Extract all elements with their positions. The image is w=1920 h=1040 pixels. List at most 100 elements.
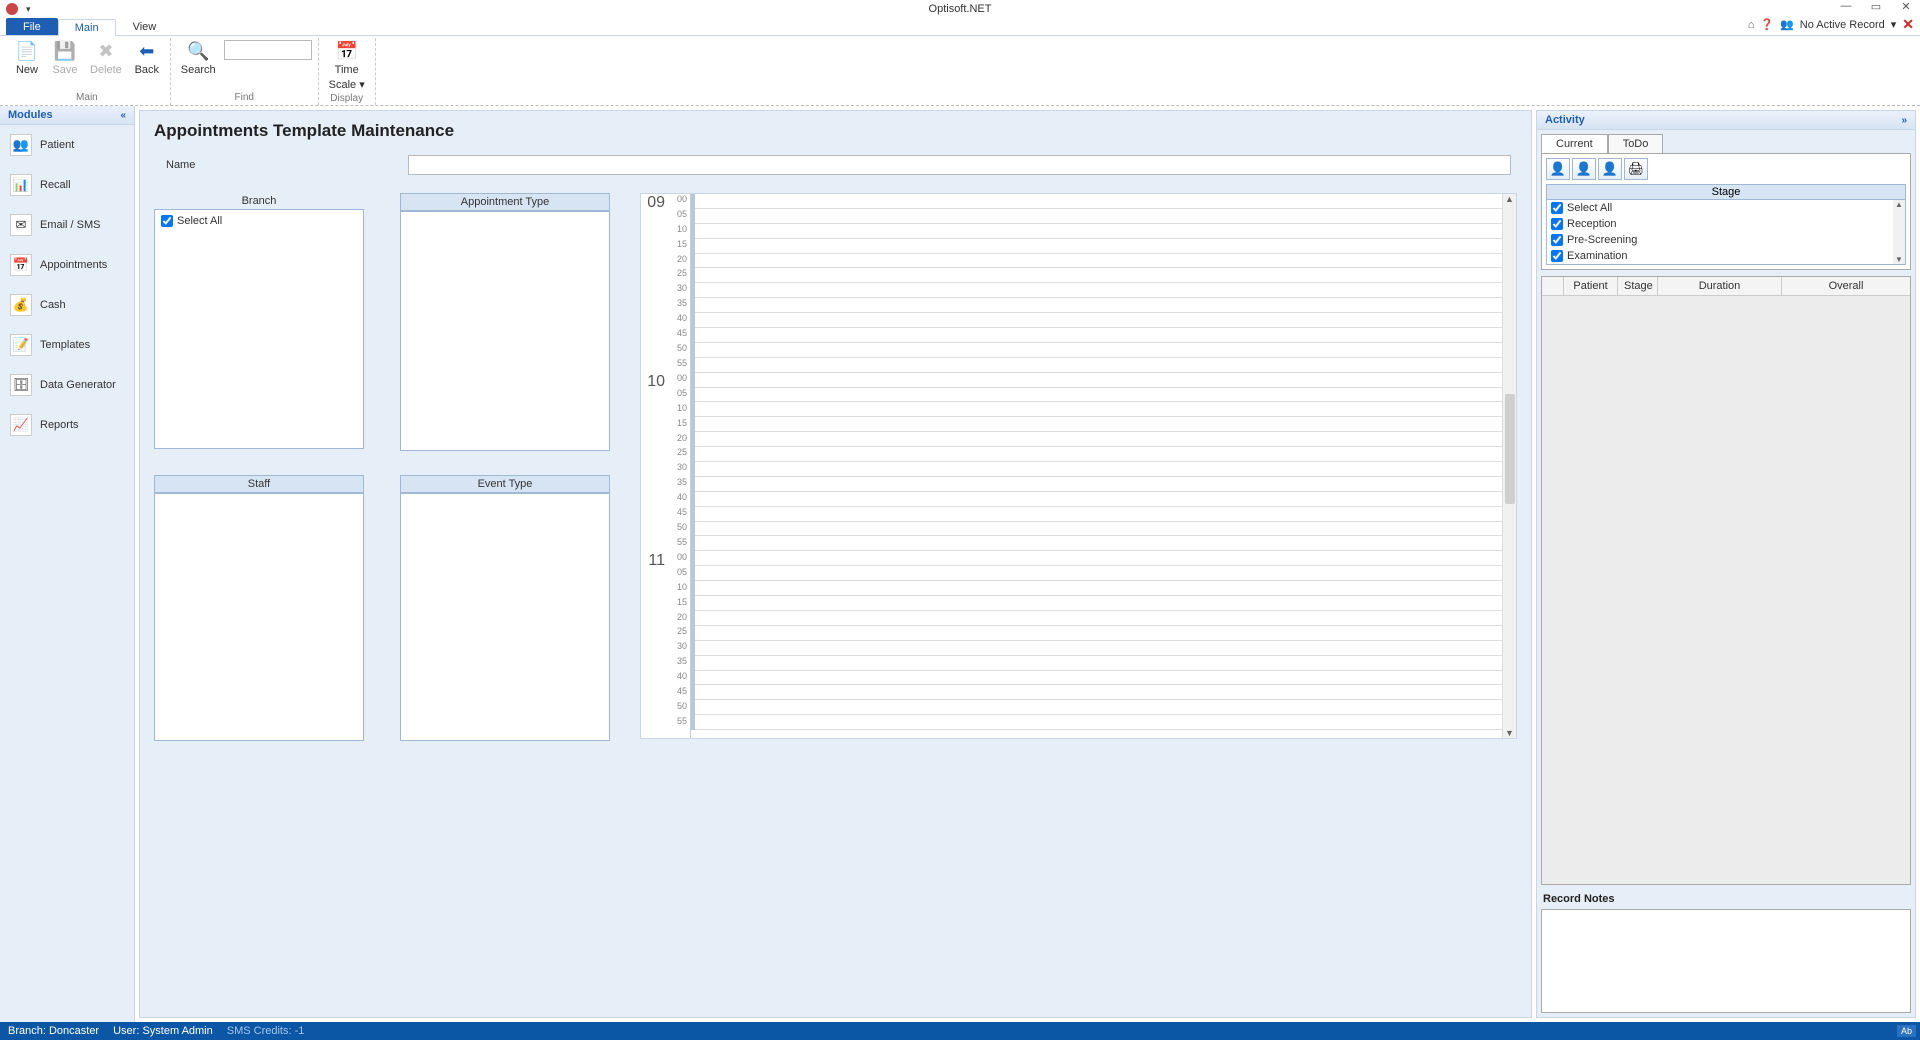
ribbon-group-main: New Save Delete Back Main	[4, 38, 171, 105]
ribbon-group-find-label: Find	[235, 92, 254, 105]
back-button[interactable]: Back	[130, 38, 164, 78]
col-stage[interactable]: Stage	[1618, 277, 1658, 295]
stage-label: Examination	[1567, 250, 1628, 262]
activity-grid-header: Patient Stage Duration Overall	[1542, 277, 1910, 296]
staff-list[interactable]	[154, 493, 364, 741]
name-input[interactable]	[408, 155, 1511, 175]
branch-select-all[interactable]: Select All	[159, 214, 359, 228]
close-button[interactable]: ✕	[1896, 0, 1916, 13]
cash-icon	[10, 294, 32, 316]
scroll-up-icon[interactable]: ▲	[1893, 200, 1905, 209]
stage-examination[interactable]: Examination	[1547, 248, 1905, 264]
col-duration[interactable]: Duration	[1658, 277, 1782, 295]
body: Modules « Patient Recall Email / SMS App…	[0, 106, 1920, 1022]
tab-view[interactable]: View	[116, 18, 174, 35]
timescale-button[interactable]: Time Scale ▾	[325, 38, 369, 93]
scroll-down-icon[interactable]: ▼	[1503, 728, 1516, 738]
status-bar: Branch: Doncaster User: System Admin SMS…	[0, 1022, 1920, 1040]
activity-grid-body[interactable]	[1542, 296, 1910, 884]
stage-list: Select All Reception Pre-Screening Exami…	[1547, 200, 1905, 264]
scroll-down-icon[interactable]: ▼	[1893, 255, 1905, 264]
stage-label: Select All	[1567, 202, 1612, 214]
checkbox[interactable]	[1551, 202, 1563, 214]
module-label: Cash	[40, 299, 66, 311]
checkbox[interactable]	[1551, 218, 1563, 230]
event-type-list[interactable]	[400, 493, 610, 741]
module-reports[interactable]: Reports	[0, 405, 134, 445]
tab-todo[interactable]: ToDo	[1608, 134, 1664, 153]
home-icon[interactable]	[1748, 19, 1755, 31]
event-type-box: Event Type	[400, 475, 610, 741]
app-icon	[6, 3, 18, 15]
stage-select-all[interactable]: Select All	[1547, 200, 1905, 216]
collapse-icon[interactable]: «	[120, 110, 126, 121]
title-bar: ▾ Optisoft.NET — ▭ ✕	[0, 0, 1920, 18]
col-overall[interactable]: Overall	[1782, 277, 1910, 295]
modules-header-label: Modules	[8, 109, 53, 121]
new-button[interactable]: New	[10, 38, 44, 78]
left-boxes: Branch Select All Appointment Type Staff…	[154, 193, 610, 741]
scrollbar-thumb[interactable]	[1505, 394, 1515, 504]
activity-tabs: Current ToDo	[1537, 130, 1915, 153]
staff-header: Staff	[154, 475, 364, 493]
checkbox[interactable]	[1551, 250, 1563, 262]
appt-type-list[interactable]	[400, 211, 610, 451]
maximize-button[interactable]: ▭	[1866, 0, 1886, 13]
print-button[interactable]	[1624, 158, 1648, 180]
module-label: Data Generator	[40, 379, 116, 391]
stage-reception[interactable]: Reception	[1547, 216, 1905, 232]
appt-type-header: Appointment Type	[400, 193, 610, 211]
module-patient[interactable]: Patient	[0, 125, 134, 165]
close-record-icon[interactable]: ✕	[1902, 16, 1914, 33]
stage-scrollbar[interactable]: ▲ ▼	[1893, 200, 1905, 264]
qat-dropdown-icon[interactable]: ▾	[26, 4, 31, 15]
time-gutter: 0900051015202530354045505510000510152025…	[641, 194, 691, 738]
col-expand[interactable]	[1542, 277, 1564, 295]
tab-main[interactable]: Main	[58, 19, 116, 36]
vertical-scrollbar[interactable]: ▲ ▼	[1502, 194, 1516, 738]
add-person-button[interactable]	[1546, 158, 1570, 180]
help-icon[interactable]	[1760, 18, 1774, 31]
checkbox[interactable]	[1551, 234, 1563, 246]
templates-icon	[10, 334, 32, 356]
branch-list[interactable]: Select All	[154, 209, 364, 449]
status-ab[interactable]: Ab	[1897, 1025, 1916, 1037]
group-icon[interactable]	[1780, 18, 1794, 31]
record-notes-label: Record Notes	[1541, 889, 1911, 909]
module-email-sms[interactable]: Email / SMS	[0, 205, 134, 245]
module-label: Templates	[40, 339, 90, 351]
new-icon	[16, 40, 38, 62]
save-icon	[54, 40, 76, 62]
search-input[interactable]	[224, 40, 312, 60]
status-user: User: System Admin	[113, 1025, 213, 1037]
remove-person-button[interactable]	[1598, 158, 1622, 180]
tab-current[interactable]: Current	[1541, 134, 1608, 153]
delete-button[interactable]: Delete	[86, 38, 126, 78]
activity-grid: Patient Stage Duration Overall	[1541, 276, 1911, 885]
col-patient[interactable]: Patient	[1564, 277, 1618, 295]
activity-header: Activity »	[1537, 111, 1915, 130]
minimize-button[interactable]: —	[1836, 0, 1856, 13]
scroll-up-icon[interactable]: ▲	[1503, 194, 1516, 204]
status-branch: Branch: Doncaster	[8, 1025, 99, 1037]
tab-file[interactable]: File	[6, 18, 58, 35]
add-person-2-button[interactable]	[1572, 158, 1596, 180]
module-recall[interactable]: Recall	[0, 165, 134, 205]
module-templates[interactable]: Templates	[0, 325, 134, 365]
record-notes-input[interactable]	[1541, 909, 1911, 1013]
dropdown-icon[interactable]: ▾	[1891, 18, 1897, 31]
time-body[interactable]	[691, 194, 1502, 738]
module-label: Email / SMS	[40, 219, 101, 231]
module-cash[interactable]: Cash	[0, 285, 134, 325]
back-icon	[136, 40, 158, 62]
checkbox[interactable]	[161, 215, 173, 227]
expand-icon[interactable]: »	[1901, 115, 1907, 126]
stage-header: Stage	[1547, 185, 1905, 200]
search-button[interactable]: Search	[177, 38, 220, 78]
stage-pre-screening[interactable]: Pre-Screening	[1547, 232, 1905, 248]
module-appointments[interactable]: Appointments	[0, 245, 134, 285]
module-data-generator[interactable]: Data Generator	[0, 365, 134, 405]
search-label: Search	[181, 64, 216, 76]
save-button[interactable]: Save	[48, 38, 82, 78]
record-notes: Record Notes	[1541, 889, 1911, 1013]
